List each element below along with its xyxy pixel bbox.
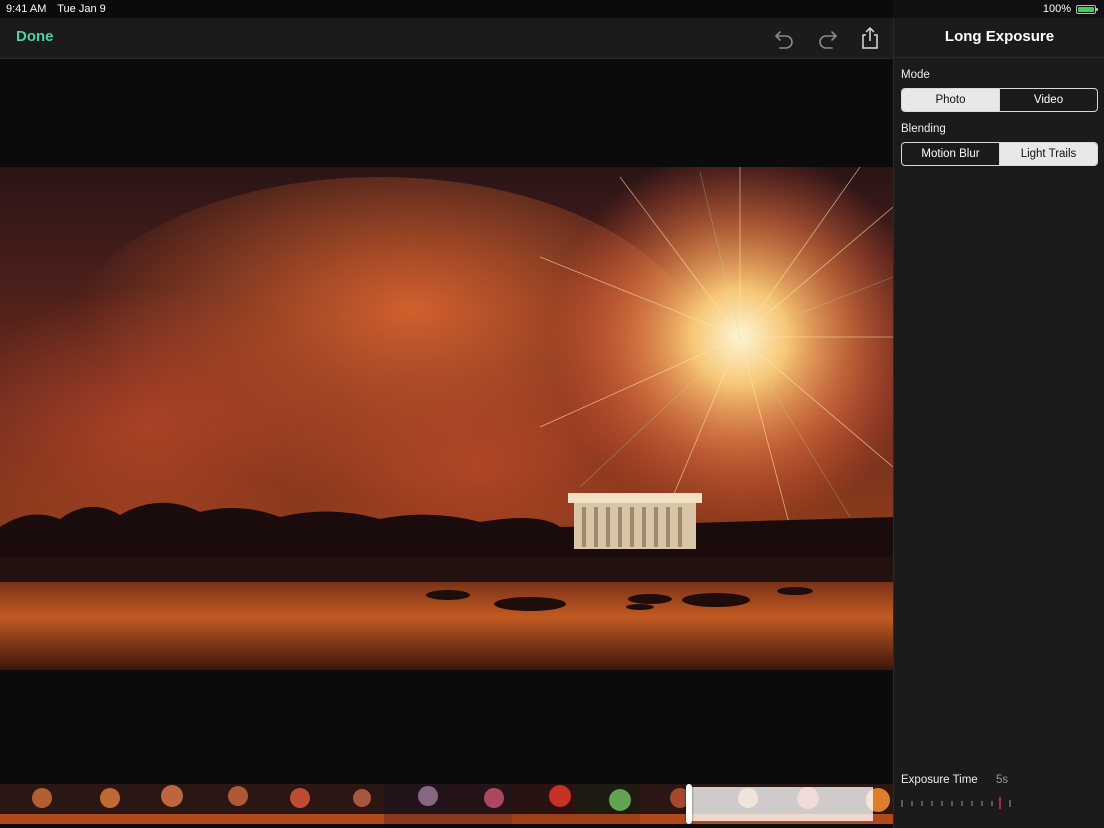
undo-icon[interactable] [772,26,796,50]
blending-light-trails-segment[interactable]: Light Trails [999,143,1097,165]
mode-segmented-control: Photo Video [901,88,1098,112]
redo-icon[interactable] [816,26,840,50]
filmstrip-frame [448,784,512,824]
exposure-time-value: 5s [996,774,1009,786]
editor-area: Done [0,0,893,828]
mode-label: Mode [901,69,930,81]
blending-segmented-control: Motion Blur Light Trails [901,142,1098,166]
photo-preview [0,167,893,670]
status-time: 9:41 AM [6,3,47,15]
sidebar-divider [894,57,1104,58]
mode-photo-segment[interactable]: Photo [902,89,999,111]
status-date: Tue Jan 9 [57,3,106,15]
done-button[interactable]: Done [16,28,54,45]
battery-icon [1076,4,1098,14]
toolbar: Done [0,18,893,59]
filmstrip-frame [192,784,256,824]
exposure-time-label: Exposure Time [901,774,978,786]
selected-range[interactable] [690,787,873,821]
filmstrip-frame [576,784,640,824]
filmstrip-frame [128,784,192,824]
blending-label: Blending [901,123,946,135]
status-bar: 9:41 AM Tue Jan 9 100% [0,0,1104,18]
inspector-sidebar: Long Exposure Mode Photo Video Blending … [893,18,1104,828]
exposure-time-slider[interactable] [901,797,1021,809]
filmstrip-frame [256,784,320,824]
filmstrip[interactable] [0,784,893,824]
battery-percent: 100% [1042,3,1071,15]
filmstrip-frame [320,784,384,824]
filmstrip-frame [0,784,64,824]
filmstrip-frame [512,784,576,824]
filmstrip-frame [384,784,448,824]
mode-video-segment[interactable]: Video [999,89,1097,111]
sidebar-title: Long Exposure [944,28,1055,45]
filmstrip-frame [64,784,128,824]
range-start-handle[interactable] [686,784,692,824]
blending-motion-blur-segment[interactable]: Motion Blur [902,143,999,165]
share-icon[interactable] [858,26,882,50]
